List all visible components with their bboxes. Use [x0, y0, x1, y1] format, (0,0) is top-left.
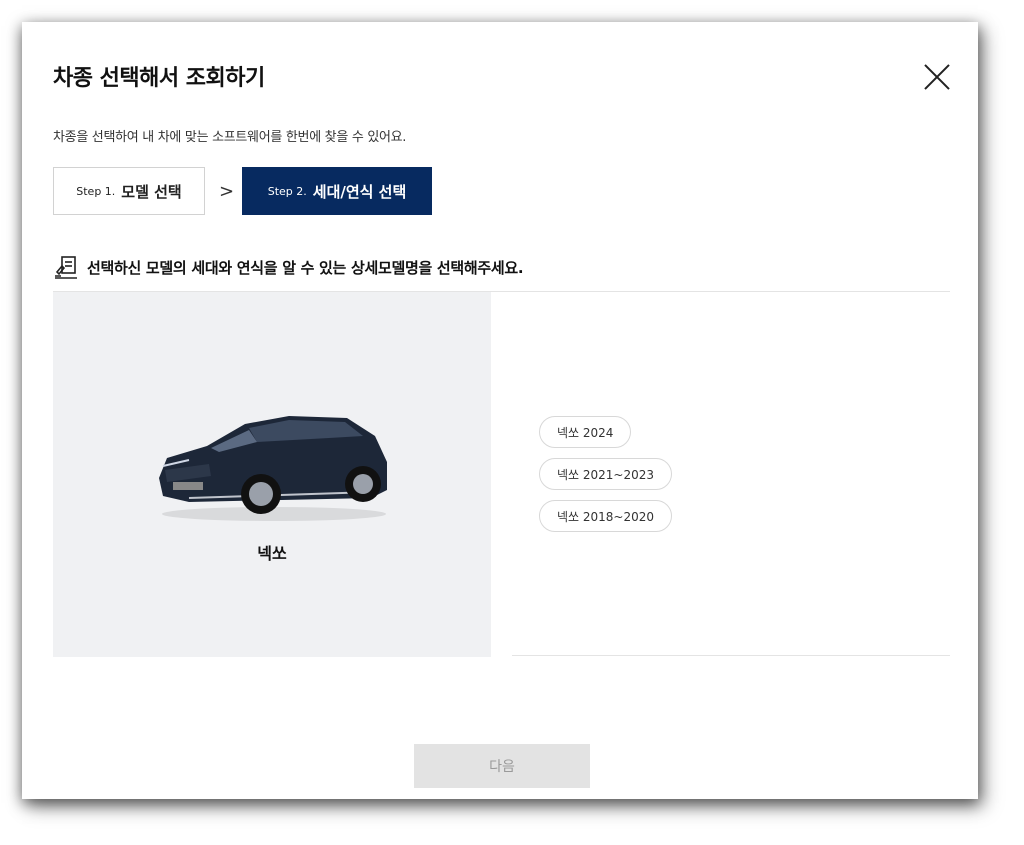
step-2-generation-select[interactable]: Step 2. 세대/연식 선택: [242, 167, 432, 215]
step-2-label: 세대/연식 선택: [312, 182, 407, 201]
checklist-pen-icon: [55, 256, 77, 279]
modal-subtitle: 차종을 선택하여 내 차에 맞는 소프트웨어를 한번에 찾을 수 있어요.: [53, 130, 407, 145]
guide-text: 선택하신 모델의 세대와 연식을 알 수 있는 상세모델명을 선택해주세요.: [87, 258, 524, 277]
generation-option[interactable]: 넥쏘 2018~2020: [539, 500, 673, 532]
car-image: [159, 416, 387, 521]
divider: [512, 655, 950, 656]
next-button[interactable]: 다음: [414, 744, 590, 788]
generation-option-label: 넥쏘 2021~2023: [557, 467, 655, 482]
step-1-model-select[interactable]: Step 1. 모델 선택: [53, 167, 205, 215]
modal-dialog: 차종 선택해서 조회하기 차종을 선택하여 내 차에 맞는 소프트웨어를 한번에…: [22, 22, 978, 799]
generation-option[interactable]: 넥쏘 2021~2023: [539, 458, 673, 490]
selected-model-name: 넥쏘: [257, 544, 287, 563]
generation-option[interactable]: 넥쏘 2024: [539, 416, 632, 448]
generation-option-label: 넥쏘 2024: [557, 425, 614, 440]
chevron-right-icon: >: [219, 181, 235, 202]
modal-title: 차종 선택해서 조회하기: [53, 66, 265, 91]
selected-model-panel: 넥쏘: [53, 292, 491, 657]
step-1-number: Step 1.: [76, 184, 116, 198]
step-2-number: Step 2.: [267, 184, 307, 198]
generation-option-label: 넥쏘 2018~2020: [557, 509, 655, 524]
close-icon[interactable]: [922, 62, 952, 92]
guide-message: 선택하신 모델의 세대와 연식을 알 수 있는 상세모델명을 선택해주세요.: [53, 254, 524, 280]
step-1-label: 모델 선택: [121, 182, 182, 201]
